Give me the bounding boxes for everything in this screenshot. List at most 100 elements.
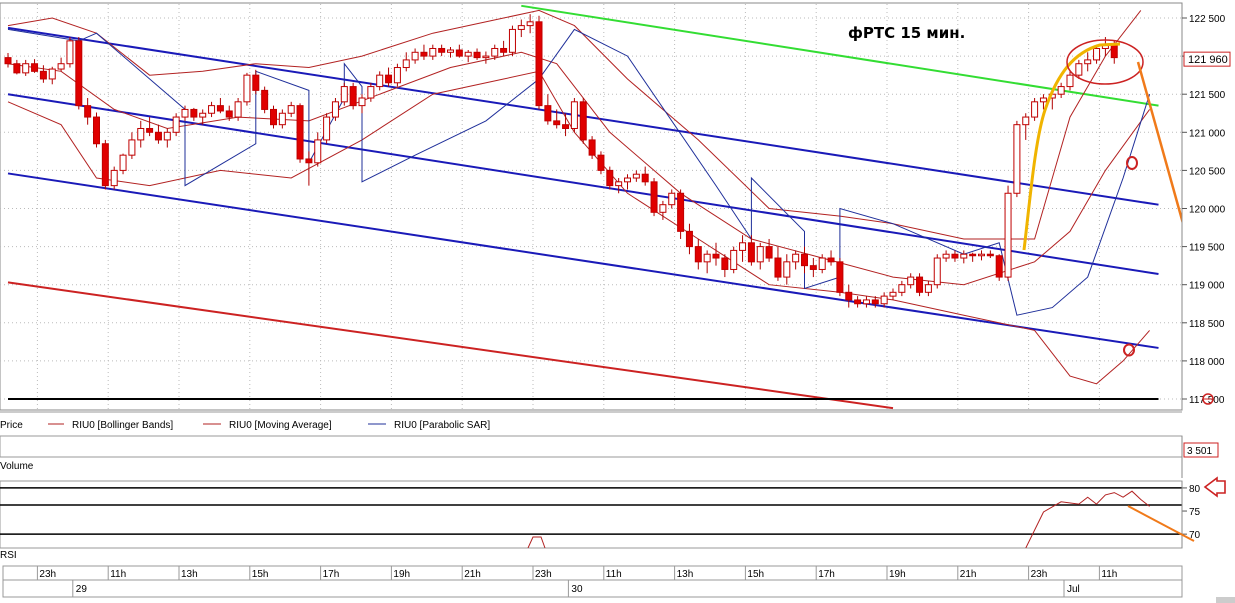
candle-body-down (270, 108, 277, 126)
candle (650, 178, 658, 217)
candle-body-down (535, 21, 543, 107)
candle-body-down (4, 57, 12, 65)
candle-body-up (119, 154, 127, 171)
candle-body-up (22, 63, 30, 74)
candle-body-up (1057, 86, 1065, 95)
x-day-label: 30 (571, 584, 583, 595)
candle-body-down (13, 63, 21, 74)
candle (995, 254, 1003, 281)
candle-body-up (172, 116, 180, 133)
x-hour-label: 11h (1101, 569, 1117, 580)
y-tick-label: 120 500 (1189, 166, 1226, 177)
candle-body-up (960, 253, 968, 259)
x-hour-label: 19h (393, 569, 410, 580)
candle (340, 82, 348, 106)
legend-moving-average: RIU0 [Moving Average] (229, 420, 332, 431)
x-day-label: 29 (76, 584, 88, 595)
candle-body-up (411, 51, 419, 61)
chart-svg: фРТС 15 мин. 122 500122 000121 500121 00… (0, 2, 1235, 603)
rsi-panel: 807570 RSI (0, 476, 1226, 561)
candle (535, 15, 543, 110)
candle-body-down (562, 124, 570, 129)
candle-body-down (774, 257, 782, 278)
last-price-label: 121 960 (1188, 54, 1228, 66)
candle-body-down (1110, 44, 1118, 59)
candle-body-down (385, 74, 393, 84)
candle-body-up (570, 101, 578, 129)
candle-body-up (1004, 192, 1012, 278)
candle-body-down (544, 105, 552, 122)
candle-body-down (986, 253, 994, 257)
candle (66, 37, 74, 68)
time-axis: 23h 11h 13h 15h 17h 19h 21h 23h 11h 13h 15h 17h 19h 2… (2, 565, 1183, 598)
candle-body-down (588, 139, 596, 156)
candle-body-up (323, 116, 331, 141)
y-tick-label: 119 000 (1189, 281, 1225, 292)
candle-body-down (500, 47, 508, 53)
volume-value: 3 501 (1187, 446, 1212, 457)
legend-bollinger: RIU0 [Bollinger Bands] (72, 420, 173, 431)
candle-body-up (137, 127, 145, 141)
candle-body-down (75, 40, 83, 107)
candle-body-up (783, 261, 791, 278)
candle-body-up (1022, 116, 1030, 126)
candle-body-up (340, 86, 348, 103)
candle-body-down (809, 265, 817, 270)
candle-body-up (393, 67, 401, 84)
candle-body-up (792, 253, 800, 263)
candle (570, 98, 578, 133)
candle (323, 113, 331, 144)
candle-body-down (951, 253, 959, 259)
candle-body-down (712, 253, 720, 259)
candle-body-up (1066, 74, 1074, 88)
candle-body-up (880, 295, 888, 305)
candle-body-down (473, 51, 481, 59)
rsi-red-arrow-icon (1203, 476, 1226, 498)
scrollbar-corner[interactable] (1216, 597, 1235, 603)
candle-body-up (898, 284, 906, 293)
candle-body-down (694, 246, 702, 263)
candle-body-down (190, 108, 198, 118)
candle-body-down (969, 253, 977, 257)
candle-body-up (615, 181, 623, 187)
candle (93, 112, 100, 148)
candle-body-up (57, 63, 65, 70)
candle-body-down (31, 63, 39, 72)
candle (1013, 120, 1021, 198)
x-hour-label: 11h (110, 569, 126, 580)
candle-body-down (916, 276, 924, 293)
candle (110, 166, 118, 190)
candle (597, 151, 605, 175)
candle-body-down (216, 105, 224, 112)
candle-body-down (685, 230, 693, 248)
x-hour-label: 23h (1031, 569, 1048, 580)
candle (234, 98, 242, 121)
candle-body-down (801, 253, 808, 267)
candle-body-down (579, 101, 587, 141)
x-day-label: Jul (1067, 584, 1080, 595)
candle-body-up (668, 192, 676, 206)
y-tick-label: 121 500 (1189, 90, 1226, 101)
candle (296, 103, 304, 163)
candle-body-up (1084, 59, 1092, 65)
candle (243, 72, 251, 106)
candle (1004, 185, 1012, 281)
candle-body-down (747, 242, 755, 263)
y-tick-label: 118 000 (1189, 357, 1225, 368)
candle-body-down (597, 154, 605, 171)
candle-body-up (1031, 101, 1039, 118)
candle-body-up (128, 139, 136, 156)
price-panel: фРТС 15 мин. (0, 2, 1183, 411)
x-hour-label: 21h (464, 569, 481, 580)
y-tick-label: 118 500 (1189, 319, 1225, 330)
candle-body-down (827, 257, 835, 263)
candle-body-up (1013, 124, 1021, 194)
candle-body-up (447, 49, 454, 53)
candle-body-down (650, 181, 658, 213)
candle-body-down (154, 131, 162, 141)
candle-body-down (39, 70, 47, 80)
candle-body-down (836, 261, 844, 293)
candle-body-up (48, 68, 56, 80)
x-hour-label: 23h (535, 569, 552, 580)
candle-body-down (455, 49, 463, 57)
